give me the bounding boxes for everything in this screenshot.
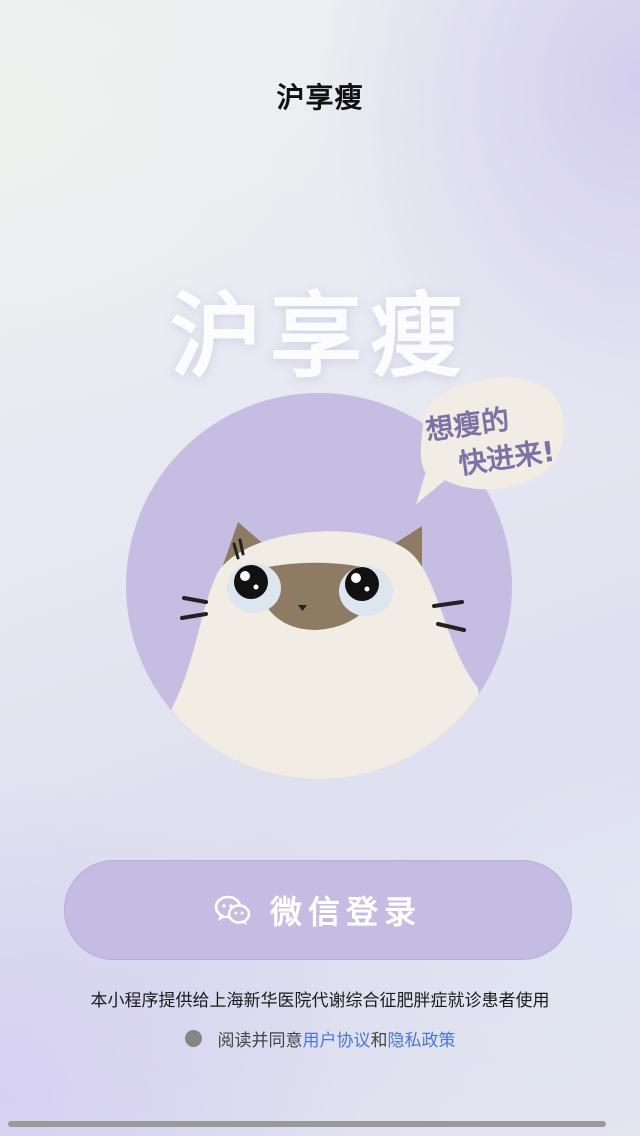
page-title: 沪享瘦 [276,81,364,114]
wechat-login-button[interactable]: 微信登录 [64,860,572,960]
wechat-login-label: 微信登录 [269,893,422,931]
agreement-prefix: 阅读并同意 [217,1031,303,1051]
cat-left-pupil [234,565,268,599]
wechat-icon [214,894,252,926]
usage-disclaimer: 本小程序提供给上海新华医院代谢综合征肥胖症就诊患者使用 [90,991,550,1011]
home-indicator [8,1121,606,1127]
cat-right-pupil [345,567,379,601]
speech-bubble: 想瘦的 快进来! [415,377,565,505]
agreement-radio[interactable] [184,1030,202,1047]
user-agreement-link[interactable]: 用户协议 [303,1026,371,1051]
privacy-policy-link[interactable]: 隐私政策 [388,1026,456,1051]
cat-mascot-illustration: 想瘦的 快进来! [126,377,565,779]
agreement-conjunction: 和 [370,1031,388,1051]
agreement-row: 阅读并同意 用户协议 和 隐私政策 [0,1026,640,1051]
